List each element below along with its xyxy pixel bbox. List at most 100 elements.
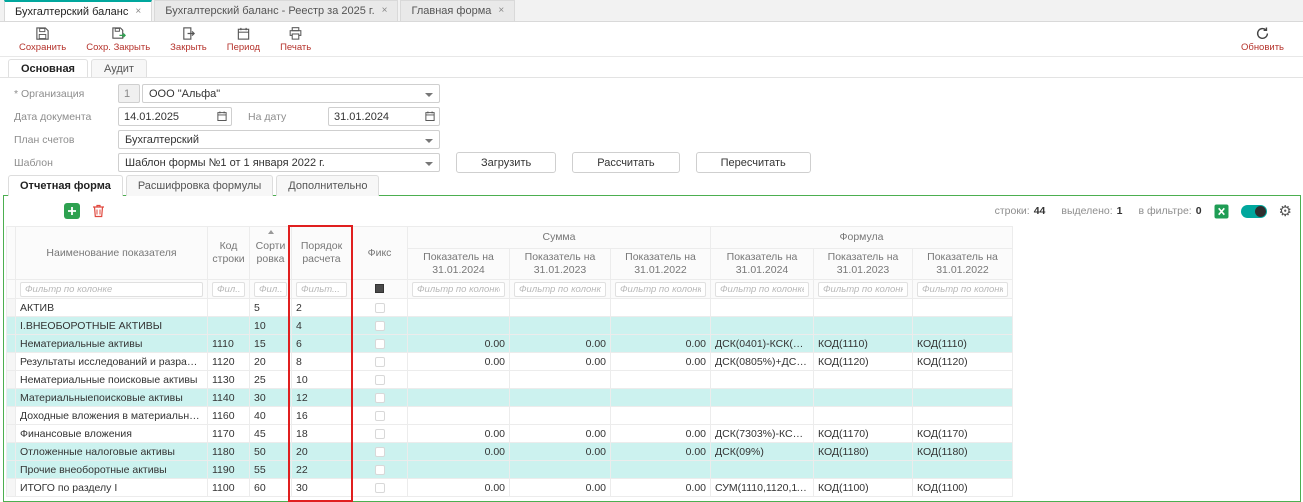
cell-code[interactable]: 1130 [208, 371, 250, 389]
cell-f2[interactable] [814, 299, 913, 317]
tab-additional[interactable]: Дополнительно [276, 175, 379, 196]
column-header-f3[interactable]: Показатель на 31.01.2022 [913, 249, 1013, 280]
cell-f1[interactable] [711, 371, 814, 389]
cell-gutter[interactable] [7, 317, 16, 335]
save-button[interactable]: Сохранить [10, 24, 75, 55]
cell-name[interactable]: Материальныепоисковые активы [16, 389, 208, 407]
cell-fix[interactable] [352, 443, 408, 461]
cell-gutter[interactable] [7, 443, 16, 461]
cell-code[interactable]: 1110 [208, 335, 250, 353]
cell-sort[interactable]: 55 [250, 461, 292, 479]
column-header-s1[interactable]: Показатель на 31.01.2024 [408, 249, 510, 280]
cell-s3[interactable]: 0.00 [611, 353, 711, 371]
cell-s2[interactable]: 0.00 [510, 353, 611, 371]
cell-f1[interactable]: СУМ(1110,1120,113... [711, 479, 814, 497]
cell-s3[interactable] [611, 371, 711, 389]
cell-name[interactable]: Финансовые вложения [16, 425, 208, 443]
cell-s2[interactable] [510, 317, 611, 335]
cell-f2[interactable] [814, 461, 913, 479]
cell-f3[interactable] [913, 389, 1013, 407]
table-row[interactable]: Нематериальные поисковые активы11302510 [7, 371, 1013, 389]
cell-f3[interactable]: КОД(1170) [913, 425, 1013, 443]
fix-filter-checkbox[interactable] [375, 284, 384, 293]
filter-input-f3[interactable] [917, 282, 1008, 297]
refresh-button[interactable]: Обновить [1232, 24, 1293, 55]
cell-sort[interactable]: 10 [250, 317, 292, 335]
fix-checkbox[interactable] [375, 339, 385, 349]
cell-s2[interactable] [510, 299, 611, 317]
cell-gutter[interactable] [7, 299, 16, 317]
cell-s1[interactable] [408, 461, 510, 479]
cell-order[interactable]: 18 [292, 425, 352, 443]
cell-s3[interactable] [611, 317, 711, 335]
cell-fix[interactable] [352, 461, 408, 479]
cell-s2[interactable]: 0.00 [510, 443, 611, 461]
cell-f2[interactable]: КОД(1110) [814, 335, 913, 353]
cell-gutter[interactable] [7, 461, 16, 479]
cell-s2[interactable] [510, 389, 611, 407]
cell-f2[interactable]: КОД(1170) [814, 425, 913, 443]
chart-of-accounts-select[interactable]: Бухгалтерский [118, 130, 440, 149]
tab-report-form[interactable]: Отчетная форма [8, 175, 123, 196]
cell-f3[interactable] [913, 407, 1013, 425]
cell-f1[interactable]: ДСК(0805%)+ДСК(08... [711, 353, 814, 371]
table-row[interactable]: Материальныепоисковые активы11403012 [7, 389, 1013, 407]
cell-s3[interactable] [611, 461, 711, 479]
table-row[interactable]: Нематериальные активы11101560.000.000.00… [7, 335, 1013, 353]
table-row[interactable]: Отложенные налоговые активы118050200.000… [7, 443, 1013, 461]
cell-name[interactable]: Отложенные налоговые активы [16, 443, 208, 461]
column-header-name[interactable]: Наименование показателя [16, 227, 208, 280]
cell-f2[interactable] [814, 317, 913, 335]
cell-name[interactable]: I.ВНЕОБОРОТНЫЕ АКТИВЫ [16, 317, 208, 335]
window-tab-registry[interactable]: Бухгалтерский баланс - Реестр за 2025 г.… [154, 0, 398, 21]
cell-f2[interactable] [814, 389, 913, 407]
filter-input-s1[interactable] [412, 282, 505, 297]
filter-input-order[interactable] [296, 282, 347, 297]
column-header-order[interactable]: Порядок расчета [292, 227, 352, 280]
cell-order[interactable]: 8 [292, 353, 352, 371]
cell-order[interactable]: 6 [292, 335, 352, 353]
column-header-fix[interactable]: Фикс [352, 227, 408, 280]
close-icon[interactable]: × [498, 6, 504, 16]
cell-s3[interactable]: 0.00 [611, 479, 711, 497]
window-tab-balance[interactable]: Бухгалтерский баланс × [4, 0, 152, 21]
cell-gutter[interactable] [7, 353, 16, 371]
cell-f3[interactable]: КОД(1100) [913, 479, 1013, 497]
cell-fix[interactable] [352, 407, 408, 425]
cell-order[interactable]: 2 [292, 299, 352, 317]
cell-gutter[interactable] [7, 407, 16, 425]
cell-s3[interactable]: 0.00 [611, 443, 711, 461]
cell-s2[interactable]: 0.00 [510, 425, 611, 443]
cell-order[interactable]: 16 [292, 407, 352, 425]
column-header-s2[interactable]: Показатель на 31.01.2023 [510, 249, 611, 280]
filter-toggle[interactable] [1241, 205, 1267, 218]
cell-s1[interactable]: 0.00 [408, 443, 510, 461]
cell-s1[interactable] [408, 371, 510, 389]
cell-sort[interactable]: 30 [250, 389, 292, 407]
cell-fix[interactable] [352, 317, 408, 335]
tab-audit[interactable]: Аудит [91, 59, 147, 77]
settings-gear-icon[interactable]: ⚙ [1279, 204, 1292, 219]
fix-checkbox[interactable] [375, 483, 385, 493]
cell-fix[interactable] [352, 335, 408, 353]
cell-sort[interactable]: 40 [250, 407, 292, 425]
filter-input-name[interactable] [20, 282, 203, 297]
table-row[interactable]: Финансовые вложения117045180.000.000.00Д… [7, 425, 1013, 443]
cell-sort[interactable]: 45 [250, 425, 292, 443]
filter-input-sort[interactable] [254, 282, 287, 297]
table-row[interactable]: Результаты исследований и разработок1120… [7, 353, 1013, 371]
cell-f1[interactable] [711, 317, 814, 335]
cell-s3[interactable]: 0.00 [611, 335, 711, 353]
fix-checkbox[interactable] [375, 393, 385, 403]
fix-checkbox[interactable] [375, 303, 385, 313]
cell-fix[interactable] [352, 425, 408, 443]
cell-code[interactable]: 1100 [208, 479, 250, 497]
cell-f3[interactable]: КОД(1180) [913, 443, 1013, 461]
filter-input-f1[interactable] [715, 282, 809, 297]
delete-row-button[interactable] [92, 204, 105, 218]
cell-s3[interactable] [611, 299, 711, 317]
cell-order[interactable]: 22 [292, 461, 352, 479]
cell-gutter[interactable] [7, 389, 16, 407]
table-row[interactable]: I.ВНЕОБОРОТНЫЕ АКТИВЫ104 [7, 317, 1013, 335]
column-header-f1[interactable]: Показатель на 31.01.2024 [711, 249, 814, 280]
